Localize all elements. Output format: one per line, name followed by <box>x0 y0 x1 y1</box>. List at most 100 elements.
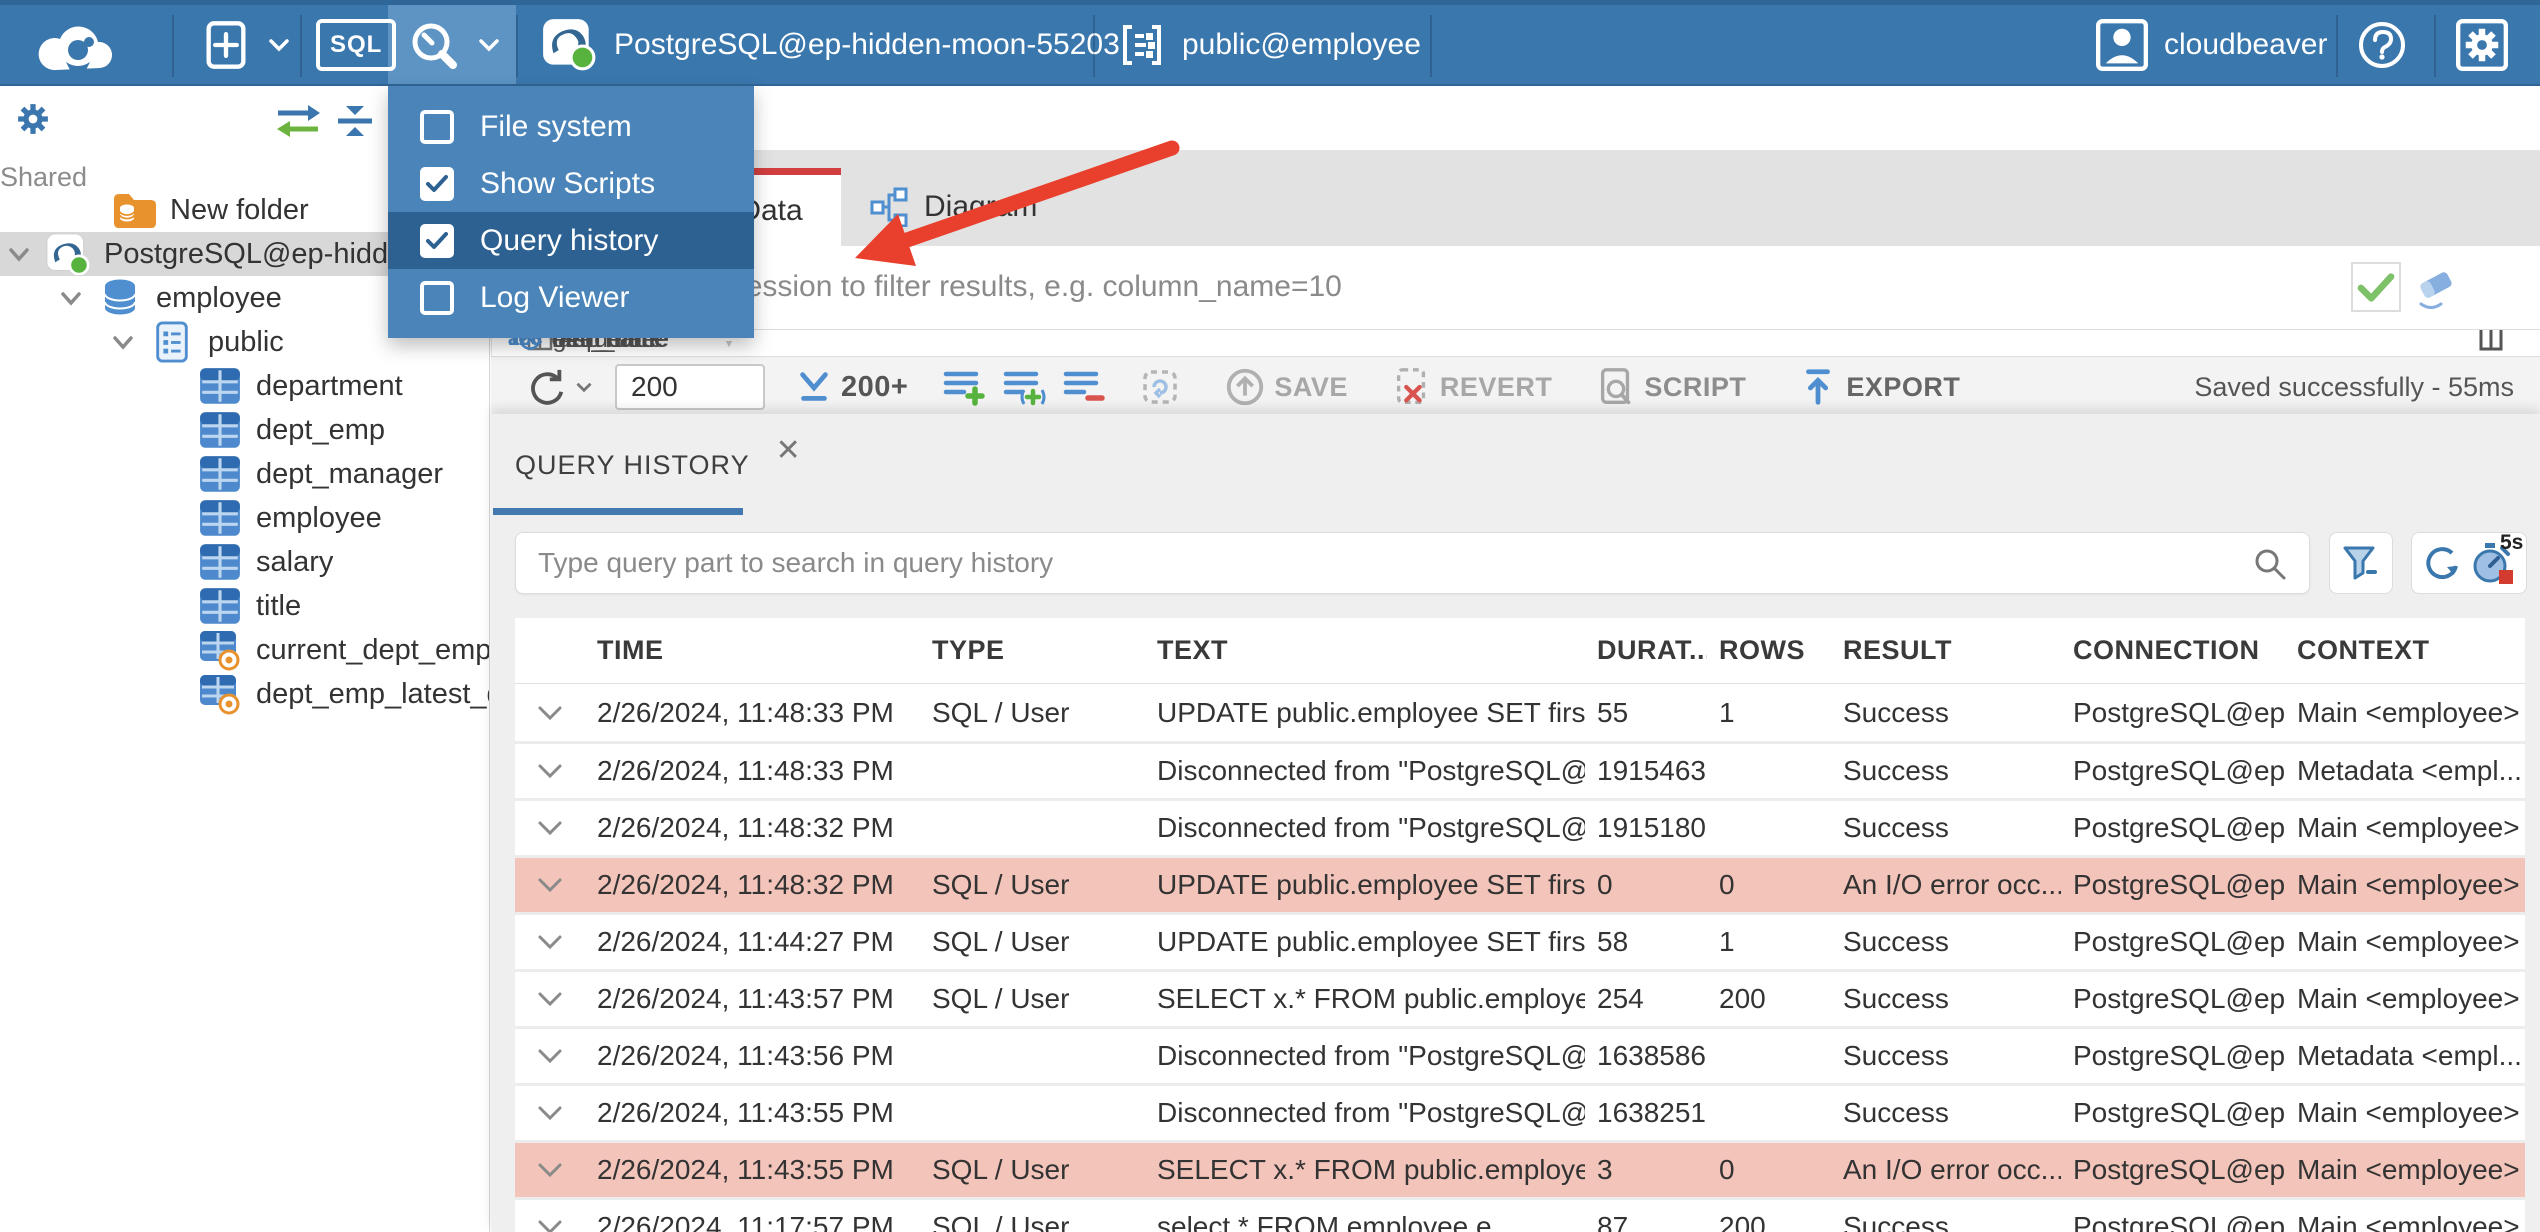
col-text[interactable]: TEXT <box>1145 635 1585 666</box>
table-row[interactable]: 2/26/2024, 11:43:55 PM SQL / User SELECT… <box>515 1140 2525 1197</box>
row-expand-chevron-icon[interactable] <box>515 934 585 950</box>
sidebar-item-table-salary[interactable]: salary <box>0 540 489 584</box>
filter-expression-input[interactable] <box>505 258 2325 316</box>
row-expand-chevron-icon[interactable] <box>515 1162 585 1178</box>
row-expand-chevron-icon[interactable] <box>515 991 585 1007</box>
row-expand-chevron-icon[interactable] <box>515 820 585 836</box>
table-row[interactable]: 2/26/2024, 11:48:32 PM Disconnected from… <box>515 798 2525 855</box>
sidebar-item-table-department[interactable]: department <box>0 364 489 408</box>
cloudbeaver-logo[interactable] <box>26 5 130 84</box>
col-context[interactable]: CONTEXT <box>2285 635 2525 666</box>
cell-type: SQL / User <box>932 926 1070 957</box>
view-icon <box>198 629 242 671</box>
chevron-down-icon[interactable] <box>112 335 134 350</box>
refresh-icon[interactable] <box>2419 541 2463 585</box>
sidebar-item-table-title[interactable]: title <box>0 584 489 628</box>
table-row[interactable]: 2/26/2024, 11:48:32 PM SQL / User UPDATE… <box>515 855 2525 912</box>
row-expand-chevron-icon[interactable] <box>515 705 585 721</box>
settings-button[interactable] <box>2456 5 2508 84</box>
grid-settings-icon[interactable] <box>2477 330 2505 356</box>
cell-time: 2/26/2024, 11:48:33 PM <box>597 696 894 728</box>
tools-menu-button[interactable] <box>406 5 500 84</box>
checkbox[interactable] <box>420 223 454 258</box>
auto-apply-button[interactable] <box>1140 367 1180 407</box>
col-result[interactable]: RESULT <box>1831 635 2061 666</box>
table-row[interactable]: 2/26/2024, 11:43:57 PM SQL / User SELECT… <box>515 969 2525 1026</box>
checkbox[interactable] <box>420 166 454 201</box>
table-row[interactable]: 2/26/2024, 11:48:33 PM SQL / User UPDATE… <box>515 684 2525 741</box>
save-button[interactable]: SAVE <box>1224 366 1348 408</box>
checkbox[interactable] <box>420 109 454 144</box>
revert-button[interactable]: REVERT <box>1392 366 1553 408</box>
add-row-button[interactable] <box>942 367 986 407</box>
sidebar-item-view-current-dept-emp[interactable]: current_dept_emp <box>0 628 489 672</box>
apply-filter-button[interactable] <box>2351 262 2401 312</box>
table-row[interactable]: 2/26/2024, 11:43:56 PM Disconnected from… <box>515 1026 2525 1083</box>
row-expand-chevron-icon[interactable] <box>515 877 585 893</box>
object-viewer: Data Diagram Type an SQL expression to f… <box>491 86 2540 1232</box>
active-tab-indicator <box>493 508 743 515</box>
tools-menu-item[interactable]: File system <box>388 98 754 155</box>
object-viewer-tabbar: Data Diagram <box>491 150 2540 246</box>
table-icon <box>198 497 242 539</box>
script-icon <box>1601 368 1631 405</box>
col-rows[interactable]: ROWS <box>1707 635 1831 666</box>
new-object-button[interactable] <box>200 5 290 84</box>
schema-selector[interactable]: public@employee <box>1118 5 1421 84</box>
fetch-more-button[interactable]: 200+ <box>795 369 908 405</box>
row-expand-chevron-icon[interactable] <box>515 1105 585 1121</box>
auto-refresh-timer-button[interactable]: 5s <box>2469 531 2523 589</box>
auto-apply-icon <box>1143 370 1178 404</box>
table-row[interactable]: 2/26/2024, 11:17:57 PM SQL / User select… <box>515 1197 2525 1232</box>
sidebar-item-table-employee[interactable]: employee <box>0 496 489 540</box>
help-button[interactable] <box>2356 5 2408 84</box>
cell-duration: 58 <box>1597 926 1629 957</box>
query-history-tab[interactable]: QUERY HISTORY ✕ <box>515 436 801 481</box>
table-row[interactable]: 2/26/2024, 11:43:55 PM Disconnected from… <box>515 1083 2525 1140</box>
refresh-icon <box>531 369 564 405</box>
sidebar-item-view-dept-emp-latest-date[interactable]: dept_emp_latest_date <box>0 672 489 716</box>
checkbox[interactable] <box>420 280 454 315</box>
col-duration[interactable]: DURAT... <box>1585 635 1707 666</box>
export-button[interactable]: EXPORT <box>1798 366 1960 408</box>
sidebar-item-table-dept-manager[interactable]: dept_manager <box>0 452 489 496</box>
chevron-down-icon <box>479 38 499 51</box>
col-connection[interactable]: CONNECTION <box>2061 635 2285 666</box>
sidebar-item-table-dept-emp[interactable]: dept_emp <box>0 408 489 452</box>
connection-selector[interactable]: PostgreSQL@ep-hidden-moon-55203 <box>540 5 1120 84</box>
close-icon[interactable]: ✕ <box>776 436 801 466</box>
chevron-down-icon[interactable] <box>60 291 82 306</box>
tools-menu-item[interactable]: Show Scripts <box>388 155 754 212</box>
tools-menu-item-label: Show Scripts <box>480 166 656 200</box>
tools-menu-item[interactable]: Log Viewer <box>388 269 754 326</box>
row-expand-chevron-icon[interactable] <box>515 763 585 779</box>
query-history-search-input[interactable] <box>538 537 2228 589</box>
tab-diagram[interactable]: Diagram <box>846 168 1061 246</box>
eraser-icon[interactable] <box>2413 266 2459 310</box>
diagram-icon <box>870 187 908 227</box>
refresh-data-button[interactable] <box>525 366 593 408</box>
tools-menu-item-label: File system <box>480 109 632 143</box>
table-row[interactable]: 2/26/2024, 11:48:33 PM Disconnected from… <box>515 741 2525 798</box>
cell-duration: 1915463 <box>1597 755 1707 786</box>
top-app-bar: SQL PostgreSQL@ep-hidden-moon-55203 publ… <box>0 0 2540 86</box>
chevron-down-icon[interactable] <box>8 247 30 262</box>
collapse-all-icon[interactable] <box>334 102 376 140</box>
row-limit-input[interactable] <box>615 364 765 410</box>
col-time[interactable]: TIME <box>585 635 920 666</box>
tree-settings-gear-icon[interactable] <box>12 98 54 140</box>
row-expand-chevron-icon[interactable] <box>515 1219 585 1232</box>
query-history-filter-button[interactable] <box>2329 532 2393 594</box>
tools-menu-item[interactable]: Query history <box>388 212 754 269</box>
delete-row-button[interactable] <box>1062 367 1106 407</box>
script-button[interactable]: SCRIPT <box>1596 366 1746 408</box>
sync-selection-icon[interactable] <box>272 100 324 142</box>
user-menu[interactable]: cloudbeaver <box>2096 5 2327 84</box>
cell-time: 2/26/2024, 11:43:55 PM <box>597 1154 894 1185</box>
table-row[interactable]: 2/26/2024, 11:44:27 PM SQL / User UPDATE… <box>515 912 2525 969</box>
new-sql-editor-button[interactable]: SQL <box>316 5 397 84</box>
duplicate-row-button[interactable] <box>1002 367 1046 407</box>
topbar-divider <box>2434 15 2436 77</box>
col-type[interactable]: TYPE <box>920 635 1145 666</box>
row-expand-chevron-icon[interactable] <box>515 1048 585 1064</box>
